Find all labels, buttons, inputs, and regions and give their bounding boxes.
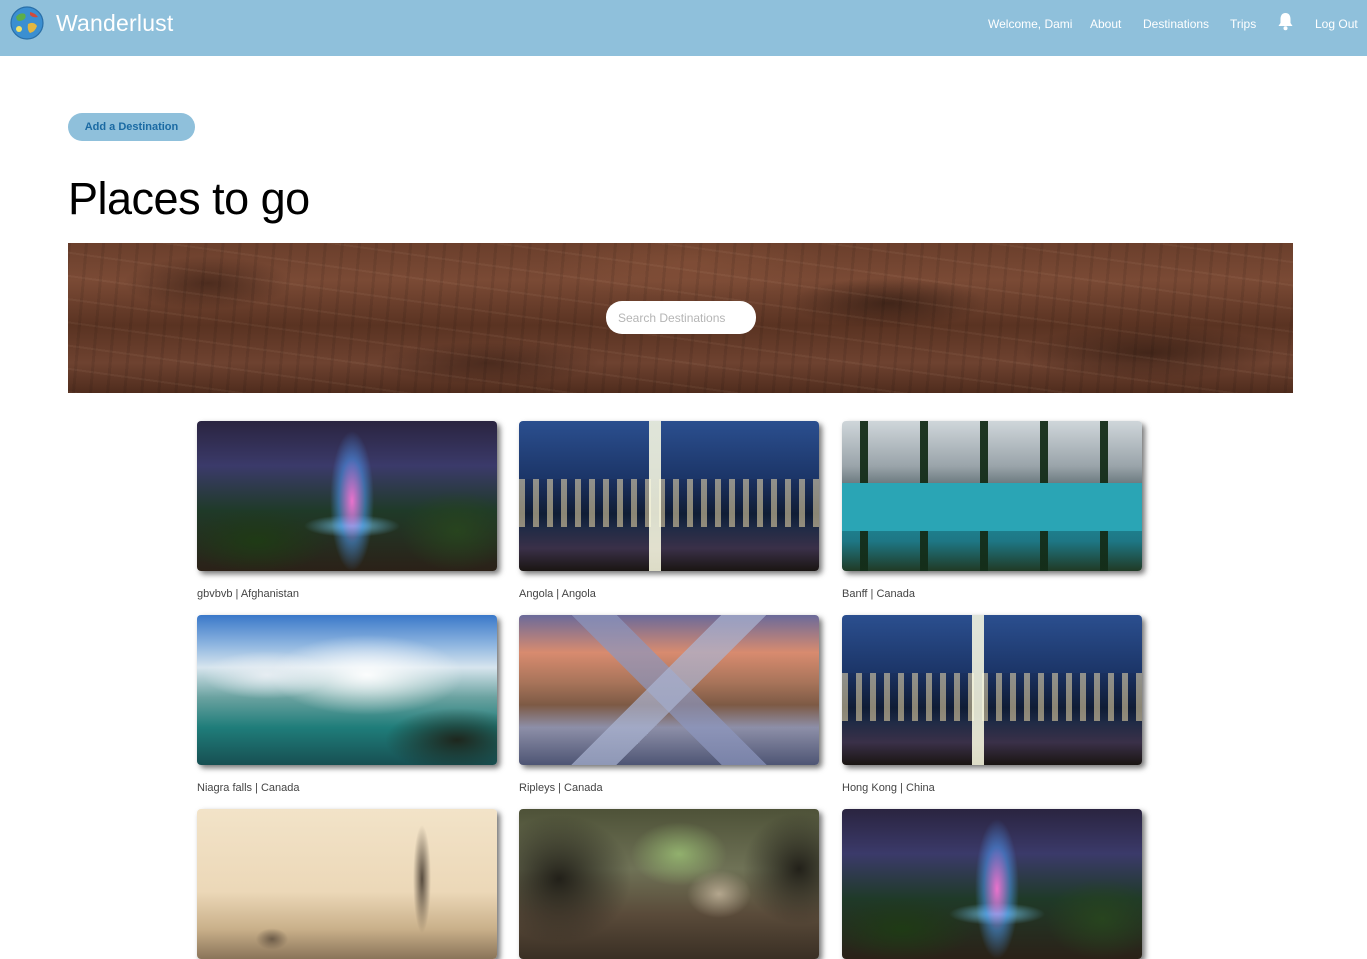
destination-image[interactable] — [842, 421, 1142, 571]
brand-link[interactable]: Wanderlust — [8, 0, 173, 46]
search-input[interactable] — [606, 301, 756, 334]
bell-icon[interactable] — [1277, 12, 1294, 31]
add-destination-button[interactable]: Add a Destination — [68, 113, 195, 141]
destination-caption: Banff | Canada — [842, 588, 915, 600]
destination-image[interactable] — [842, 809, 1142, 959]
destination-card[interactable] — [197, 809, 497, 959]
destination-image[interactable] — [519, 809, 819, 959]
nav-trips[interactable]: Trips — [1230, 17, 1256, 31]
destination-caption: Hong Kong | China — [842, 782, 935, 794]
destination-card[interactable]: Banff | Canada — [842, 421, 1142, 600]
destination-caption: Angola | Angola — [519, 588, 596, 600]
destination-image[interactable] — [197, 809, 497, 959]
globe-logo-icon — [10, 6, 44, 40]
destination-image[interactable] — [842, 615, 1142, 765]
destination-image[interactable] — [519, 615, 819, 765]
destination-card[interactable]: gbvbvb | Afghanistan — [197, 421, 497, 600]
destination-card[interactable]: Angola | Angola — [519, 421, 819, 600]
navbar: Wanderlust Welcome, Dami About Destinati… — [0, 0, 1367, 56]
destination-caption: Ripleys | Canada — [519, 782, 603, 794]
nav-logout[interactable]: Log Out — [1315, 17, 1358, 31]
destination-image[interactable] — [197, 421, 497, 571]
destination-caption: gbvbvb | Afghanistan — [197, 588, 299, 600]
nav-destinations[interactable]: Destinations — [1143, 17, 1209, 31]
nav-welcome[interactable]: Welcome, Dami — [988, 17, 1072, 31]
destination-card[interactable] — [519, 809, 819, 959]
brand-name: Wanderlust — [56, 9, 174, 36]
page-title: Places to go — [68, 173, 310, 224]
destination-card[interactable]: Hong Kong | China — [842, 615, 1142, 794]
destination-card[interactable] — [842, 809, 1142, 959]
destination-caption: Niagra falls | Canada — [197, 782, 300, 794]
destination-image[interactable] — [197, 615, 497, 765]
destination-card[interactable]: Ripleys | Canada — [519, 615, 819, 794]
hero-banner — [68, 243, 1293, 393]
destination-image[interactable] — [519, 421, 819, 571]
nav-about[interactable]: About — [1090, 17, 1121, 31]
destination-card[interactable]: Niagra falls | Canada — [197, 615, 497, 794]
